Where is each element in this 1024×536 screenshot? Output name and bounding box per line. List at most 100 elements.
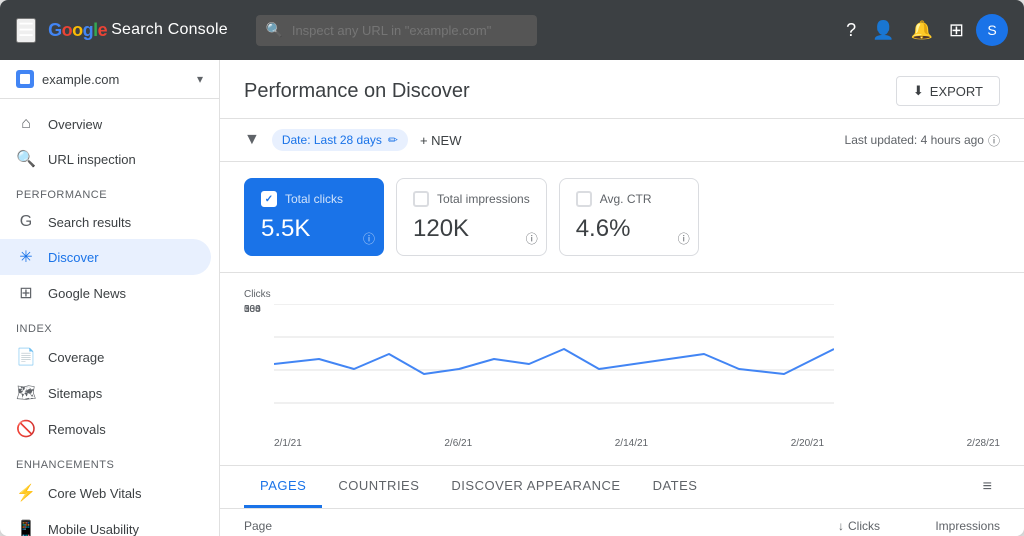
export-label: EXPORT [930,84,983,99]
metric-info-icon: ⓘ [363,230,375,247]
sitemaps-icon: 🗺 [16,383,36,403]
col-page-header: Page [244,519,760,533]
topbar-search: 🔍 [256,15,537,46]
chart-svg [274,304,1000,407]
x-label-5: 2/28/21 [967,438,1000,449]
url-search-input[interactable] [256,15,537,46]
table-header: Page ↓ Clicks Impressions [220,509,1024,536]
sidebar-item-google-news[interactable]: ⊞ Google News [0,275,211,311]
mobile-icon: 📱 [16,519,36,536]
last-updated: Last updated: 4 hours ago ⓘ [845,132,1000,149]
metric-checkbox [413,191,429,207]
sidebar-nav: ⌂ Overview 🔍 URL inspection Performance … [0,99,219,536]
notifications-icon[interactable]: 🔔 [907,16,937,45]
chart-y-axis-title: Clicks [244,289,1000,300]
apps-icon[interactable]: ⊞ [945,16,968,45]
col-impressions-header: Impressions [880,519,1000,533]
y-label-0: 0 [244,304,250,315]
sidebar-item-label: Removals [48,422,106,437]
sort-icon[interactable]: ≡ [975,470,1000,504]
metric-label: Total impressions [437,192,530,206]
sidebar-item-label: URL inspection [48,152,136,167]
x-label-3: 2/14/21 [615,438,648,449]
metric-total-clicks[interactable]: Total clicks 5.5K ⓘ [244,178,384,256]
metric-checkbox [261,191,277,207]
share-icon[interactable]: 👤 [868,16,898,45]
sidebar-item-core-web-vitals[interactable]: ⚡ Core Web Vitals [0,475,211,511]
app-title: Search Console [111,21,228,39]
property-name: example.com [42,72,119,87]
date-label: Date: Last 28 days [282,133,382,147]
tabs-section: PAGES COUNTRIES DISCOVER APPEARANCE DATE… [220,466,1024,536]
property-icon [16,70,34,88]
chart-area: Clicks 500 334 168 0 [220,273,1024,466]
metrics-row: Total clicks 5.5K ⓘ Total impressions 12… [220,162,1024,273]
property-dropdown-icon: ▾ [197,72,203,86]
metric-label: Total clicks [285,192,343,206]
home-icon: ⌂ [16,115,36,133]
export-button[interactable]: ⬇ EXPORT [896,76,1000,106]
inspect-icon: 🔍 [16,149,36,169]
topbar-logo: Google Search Console [48,20,228,41]
sidebar-item-mobile-usability[interactable]: 📱 Mobile Usability [0,511,211,536]
sidebar-item-label: Overview [48,117,102,132]
metric-avg-ctr[interactable]: Avg. CTR 4.6% ⓘ [559,178,699,256]
tab-pages[interactable]: PAGES [244,466,322,508]
metric-value: 4.6% [576,215,682,243]
performance-section-label: Performance [0,177,219,205]
date-chip[interactable]: Date: Last 28 days ✏ [272,129,408,151]
metric-info-icon: ⓘ [678,230,690,247]
search-icon: 🔍 [266,22,283,39]
sidebar-item-label: Coverage [48,350,104,365]
search-results-icon: G [16,213,36,231]
filter-bar: ▼ Date: Last 28 days ✏ + NEW Last update… [220,119,1024,162]
sidebar-item-label: Search results [48,215,131,230]
topbar-icons: ? 👤 🔔 ⊞ S [842,14,1008,46]
col-clicks-header[interactable]: ↓ Clicks [760,519,880,533]
sidebar-item-label: Google News [48,286,126,301]
sidebar-item-label: Core Web Vitals [48,486,141,501]
main-content: example.com ▾ ⌂ Overview 🔍 URL inspectio… [0,60,1024,536]
tab-dates[interactable]: DATES [637,466,714,508]
chart-x-labels: 2/1/21 2/6/21 2/14/21 2/20/21 2/28/21 [274,438,1000,449]
sidebar-item-label: Mobile Usability [48,522,139,536]
metric-label: Avg. CTR [600,192,652,206]
tab-countries[interactable]: COUNTRIES [322,466,435,508]
sidebar-item-overview[interactable]: ⌂ Overview [0,107,211,141]
help-icon[interactable]: ? [842,16,860,45]
app-wrapper: ☰ Google Search Console 🔍 ? 👤 🔔 ⊞ S [0,0,1024,536]
discover-icon: ✳ [16,247,36,267]
info-icon: ⓘ [988,132,1000,149]
sidebar-item-removals[interactable]: 🚫 Removals [0,411,211,447]
avatar[interactable]: S [976,14,1008,46]
new-button[interactable]: + NEW [420,133,462,148]
sidebar-item-coverage[interactable]: 📄 Coverage [0,339,211,375]
x-label-1: 2/1/21 [274,438,302,449]
sidebar: example.com ▾ ⌂ Overview 🔍 URL inspectio… [0,60,220,536]
topbar: ☰ Google Search Console 🔍 ? 👤 🔔 ⊞ S [0,0,1024,60]
metric-value: 5.5K [261,215,367,243]
removals-icon: 🚫 [16,419,36,439]
tabs-row: PAGES COUNTRIES DISCOVER APPEARANCE DATE… [220,466,1024,509]
sort-down-icon: ↓ [838,519,844,533]
sidebar-item-search-results[interactable]: G Search results [0,205,211,239]
filter-icon[interactable]: ▼ [244,131,260,149]
x-label-2: 2/6/21 [444,438,472,449]
chart-container: 500 334 168 0 [244,304,1000,434]
index-section-label: Index [0,311,219,339]
coverage-icon: 📄 [16,347,36,367]
enhancements-section-label: Enhancements [0,447,219,475]
metric-total-impressions[interactable]: Total impressions 120K ⓘ [396,178,547,256]
page-area: Performance on Discover ⬇ EXPORT ▼ Date:… [220,60,1024,536]
google-logo: Google [48,20,107,41]
sidebar-item-label: Sitemaps [48,386,102,401]
page-title: Performance on Discover [244,80,470,103]
sidebar-item-sitemaps[interactable]: 🗺 Sitemaps [0,375,211,411]
sidebar-item-url-inspection[interactable]: 🔍 URL inspection [0,141,211,177]
tab-discover-appearance[interactable]: DISCOVER APPEARANCE [435,466,636,508]
menu-icon[interactable]: ☰ [16,18,36,43]
metric-checkbox [576,191,592,207]
download-icon: ⬇ [913,83,924,99]
sidebar-item-discover[interactable]: ✳ Discover [0,239,211,275]
sidebar-property[interactable]: example.com ▾ [0,60,219,99]
